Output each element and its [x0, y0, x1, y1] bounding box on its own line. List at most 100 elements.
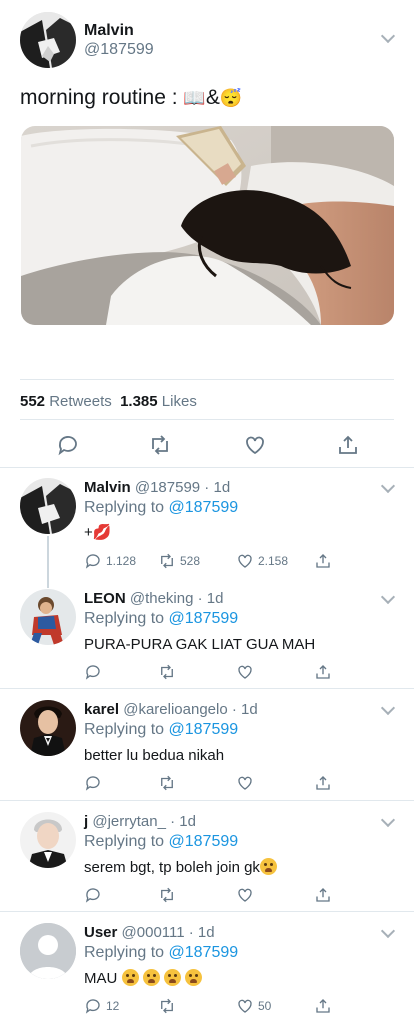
like-button[interactable]: 50 — [236, 997, 271, 1015]
share-icon — [316, 554, 330, 568]
like-count: 2.158 — [258, 554, 289, 568]
comment-icon — [85, 776, 100, 791]
heart-icon — [238, 888, 252, 902]
reply-name[interactable]: Malvin — [84, 479, 131, 496]
reply-name[interactable]: User — [84, 924, 117, 941]
reply-text-row: serem bgt, tp boleh join gk — [84, 858, 277, 876]
comment-count: 12 — [106, 999, 120, 1013]
retweet-icon[interactable] — [148, 433, 172, 457]
comment-button[interactable] — [84, 886, 102, 904]
like-button[interactable] — [236, 774, 254, 792]
reply-name[interactable]: karel — [84, 701, 119, 718]
chevron-down-icon[interactable] — [380, 812, 396, 828]
avatar[interactable] — [20, 478, 76, 534]
reply-text: PURA-PURA GAK LIAT GUA MAH — [84, 636, 316, 653]
reply-header: Malvin @187599 · 1d — [84, 479, 230, 496]
main-avatar[interactable] — [20, 12, 76, 68]
retweet-button[interactable] — [158, 774, 176, 792]
reply-text: +💋 — [84, 524, 112, 541]
author-handle[interactable]: @187599 — [84, 41, 154, 59]
retweet-button[interactable] — [158, 886, 176, 904]
replying-to-link[interactable]: @187599 — [169, 610, 239, 627]
divider — [0, 911, 414, 912]
book-emoji: 📖 — [183, 88, 206, 108]
retweet-button[interactable] — [158, 663, 176, 681]
share-icon — [316, 665, 330, 679]
replying-to: Replying to @187599 — [84, 944, 238, 962]
replying-to: Replying to @187599 — [84, 499, 238, 517]
comment-button[interactable]: 1.128 — [84, 552, 136, 570]
like-button[interactable]: 2.158 — [236, 552, 288, 570]
author-name[interactable]: Malvin — [84, 22, 134, 40]
divider — [0, 688, 414, 689]
heart-icon[interactable] — [243, 433, 267, 457]
tweet-text-plain: morning routine : — [20, 86, 184, 109]
retweet-icon — [161, 553, 173, 569]
reply-header: User @000111 · 1d — [84, 924, 215, 941]
reply-handle[interactable]: @theking · 1d — [130, 590, 224, 607]
like-button[interactable] — [236, 663, 254, 681]
comment-button[interactable]: 12 — [84, 997, 119, 1015]
ampersand: & — [205, 86, 220, 109]
heart-icon — [238, 776, 252, 790]
reply-actions: 12 50 — [84, 997, 344, 1017]
comment-icon — [85, 554, 100, 569]
reply-handle[interactable]: @jerrytan_ · 1d — [92, 813, 196, 830]
comment-icon[interactable] — [56, 433, 80, 457]
reply-handle[interactable]: @000111 · 1d — [122, 924, 215, 941]
retweets-count[interactable]: 552 — [20, 393, 45, 410]
reply-handle[interactable]: @karelioangelo · 1d — [123, 701, 257, 718]
reply-actions — [84, 663, 344, 683]
replying-prefix: Replying to — [84, 499, 165, 516]
comment-button[interactable] — [84, 663, 102, 681]
share-button[interactable] — [314, 886, 332, 904]
tweet-text: morning routine : 📖&😴 — [20, 86, 242, 110]
replying-to-link[interactable]: @187599 — [169, 499, 239, 516]
reply-text: serem bgt, tp boleh join gk — [84, 859, 260, 876]
replying-to-link[interactable]: @187599 — [169, 944, 239, 961]
reply-text: better lu bedua nikah — [84, 747, 225, 764]
chevron-down-icon[interactable] — [380, 478, 396, 494]
reply-header: karel @karelioangelo · 1d — [84, 701, 258, 718]
chevron-down-icon[interactable] — [380, 28, 396, 44]
chevron-down-icon[interactable] — [380, 923, 396, 939]
reply-text-row: MAU — [84, 969, 203, 987]
likes-count[interactable]: 1.385 — [120, 393, 158, 410]
replying-prefix: Replying to — [84, 944, 165, 961]
replying-to-link[interactable]: @187599 — [169, 833, 239, 850]
replying-to-link[interactable]: @187599 — [169, 721, 239, 738]
retweet-icon — [161, 887, 173, 903]
replying-to: Replying to @187599 — [84, 833, 238, 851]
retweet-count: 528 — [180, 554, 201, 568]
share-icon[interactable] — [336, 433, 360, 457]
share-icon — [316, 888, 330, 902]
reply-actions — [84, 886, 344, 906]
share-button[interactable] — [314, 552, 332, 570]
likes-label[interactable]: Likes — [162, 393, 197, 410]
reply-name[interactable]: LEON — [84, 590, 126, 607]
chevron-down-icon[interactable] — [380, 589, 396, 605]
like-button[interactable] — [236, 886, 254, 904]
heart-icon — [238, 999, 252, 1013]
divider — [0, 467, 414, 468]
heart-icon — [238, 554, 252, 568]
reply-name[interactable]: j — [84, 813, 88, 830]
chevron-down-icon[interactable] — [380, 700, 396, 716]
default-avatar[interactable] — [20, 923, 76, 979]
reply-handle[interactable]: @187599 · 1d — [135, 479, 230, 496]
avatar[interactable] — [20, 700, 76, 756]
retweets-label[interactable]: Retweets — [49, 393, 112, 410]
retweet-icon — [161, 998, 173, 1014]
retweet-button[interactable] — [158, 997, 176, 1015]
avatar[interactable] — [20, 589, 76, 645]
comment-icon — [85, 999, 100, 1014]
avatar[interactable] — [20, 812, 76, 868]
share-icon — [316, 776, 330, 790]
retweet-button[interactable]: 528 — [158, 552, 200, 570]
share-button[interactable] — [314, 663, 332, 681]
tweet-photo[interactable] — [21, 126, 394, 325]
comment-button[interactable] — [84, 774, 102, 792]
share-button[interactable] — [314, 774, 332, 792]
retweet-icon — [161, 664, 173, 680]
share-button[interactable] — [314, 997, 332, 1015]
